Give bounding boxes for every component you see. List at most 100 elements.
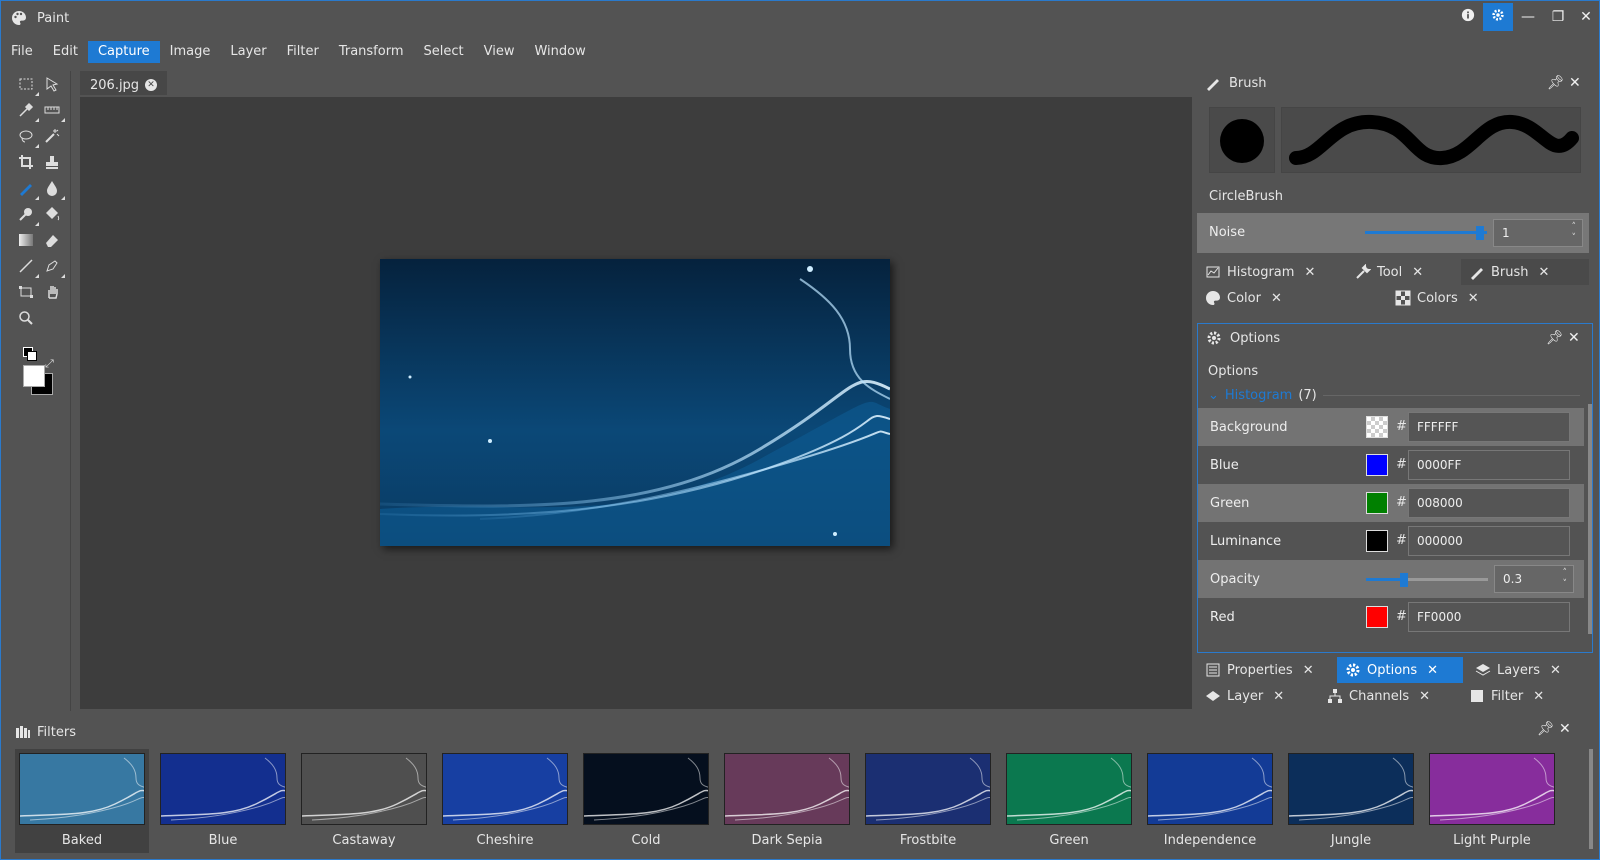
filter-thumb[interactable]: Castaway [297,749,431,853]
menu-image[interactable]: Image [160,41,221,63]
transform-tool[interactable] [15,281,37,303]
hex-input[interactable]: FF0000 [1408,602,1570,632]
close-icon[interactable]: ✕ [1569,75,1581,91]
tab-filter[interactable]: Filter ✕ [1461,683,1571,709]
restore-button[interactable]: ❐ [1543,3,1573,31]
eyedropper-tool[interactable] [15,99,39,122]
pin-icon[interactable]: 📌︎ [1547,75,1565,91]
gradient-tool[interactable] [15,229,37,251]
menu-edit[interactable]: Edit [43,41,88,63]
close-icon[interactable]: ✕ [1568,330,1580,346]
lasso-tool[interactable] [15,125,39,148]
tab-properties[interactable]: Properties ✕ [1197,657,1333,683]
document-tab[interactable]: 206.jpg ✕ [80,71,168,95]
menu-filter[interactable]: Filter [277,41,329,63]
tab-layers[interactable]: Layers ✕ [1467,657,1577,683]
noise-slider-thumb[interactable] [1476,226,1484,240]
menu-select[interactable]: Select [414,41,474,63]
hex-input[interactable]: 000000 [1408,526,1570,556]
tab-layer[interactable]: Layer ✕ [1197,683,1307,709]
spin-arrows-icon[interactable]: ˄ ˅ [1572,222,1577,244]
settings-button[interactable] [1483,3,1513,31]
info-button[interactable] [1453,3,1483,31]
menu-window[interactable]: Window [524,41,595,63]
close-icon[interactable]: ✕ [1303,663,1314,678]
filter-thumb[interactable]: Cold [579,749,713,853]
close-icon[interactable]: ✕ [1412,265,1423,280]
color-swatch[interactable] [1366,454,1388,476]
minimize-button[interactable]: — [1513,3,1543,31]
close-icon[interactable]: ✕ [1550,663,1561,678]
opacity-slider-thumb[interactable] [1400,573,1408,587]
close-icon[interactable]: ✕ [1273,689,1284,704]
tab-options[interactable]: Options ✕ [1337,657,1463,683]
close-window-button[interactable]: ✕ [1571,3,1600,31]
menu-layer[interactable]: Layer [220,41,276,63]
histogram-group-header[interactable]: ⌄ Histogram (7) [1208,388,1580,403]
stamp-tool[interactable] [41,151,63,173]
pin-icon[interactable]: 📌︎ [1546,330,1564,346]
menu-transform[interactable]: Transform [329,41,414,63]
tab-brush[interactable]: Brush ✕ [1461,259,1589,285]
pin-icon[interactable]: 📌︎ [1537,721,1555,737]
move-tool[interactable] [41,73,63,95]
filters-scrollbar[interactable] [1589,749,1593,849]
canvas-area[interactable] [80,97,1192,709]
hex-input[interactable]: 0000FF [1408,450,1570,480]
tab-color[interactable]: Color ✕ [1197,285,1347,311]
document-image[interactable] [380,259,890,546]
filter-thumb[interactable]: Independence [1143,749,1277,853]
filter-thumb[interactable]: Baked [15,749,149,853]
spin-arrows-icon[interactable]: ˄ ˅ [1563,568,1568,590]
zoom-tool[interactable] [15,307,37,329]
eraser-tool[interactable] [41,229,63,251]
ruler-tool[interactable] [41,99,65,122]
close-icon[interactable]: ✕ [1559,721,1571,737]
color-swatch[interactable] [1366,416,1388,438]
close-icon[interactable]: ✕ [1539,265,1550,280]
close-tab-icon[interactable]: ✕ [145,79,158,91]
close-icon[interactable]: ✕ [1304,265,1315,280]
tab-channels[interactable]: Channels ✕ [1319,683,1439,709]
mini-background-swatch[interactable] [27,351,37,361]
pen-tool[interactable] [41,255,65,278]
hand-tool[interactable] [41,281,63,303]
foreground-color-swatch[interactable] [23,365,45,387]
filter-thumb[interactable]: Green [1002,749,1136,853]
close-icon[interactable]: ✕ [1419,689,1430,704]
clone-tool[interactable] [15,203,39,226]
line-tool[interactable] [15,255,39,278]
rect-select-tool[interactable] [15,73,39,96]
tab-tool[interactable]: Tool ✕ [1347,259,1457,285]
hex-input[interactable]: FFFFFF [1408,412,1570,442]
color-swatch[interactable] [1366,606,1388,628]
color-swatch[interactable] [1366,492,1388,514]
close-icon[interactable]: ✕ [1533,689,1544,704]
filter-thumb[interactable]: Blue [156,749,290,853]
magic-wand-tool[interactable] [41,125,63,147]
fill-tool[interactable] [41,203,63,225]
color-swatch[interactable] [1366,530,1388,552]
close-icon[interactable]: ✕ [1427,663,1438,678]
hex-input[interactable]: 008000 [1408,488,1570,518]
brush-tool[interactable] [15,177,39,200]
noise-spinbox[interactable]: 1 ˄ ˅ [1493,219,1583,247]
opacity-spinbox[interactable]: 0.3 ˄ ˅ [1494,565,1574,593]
options-scrollbar[interactable] [1588,404,1592,634]
bottom-tab-group: Properties ✕ Options ✕ Layers ✕ Layer ✕ Chan… [1197,657,1593,713]
blur-tool[interactable] [41,177,65,200]
crop-tool[interactable] [15,151,37,173]
close-icon[interactable]: ✕ [1468,291,1479,306]
tab-colors[interactable]: Colors ✕ [1387,285,1507,311]
close-icon[interactable]: ✕ [1271,291,1282,306]
menu-capture[interactable]: Capture [87,41,160,63]
swap-colors-icon[interactable]: ⤢ [45,357,54,371]
menu-file[interactable]: File [1,41,43,63]
tab-histogram[interactable]: Histogram ✕ [1197,259,1347,285]
filter-thumb[interactable]: Cheshire [438,749,572,853]
menu-view[interactable]: View [474,41,525,63]
filter-thumb[interactable]: Light Purple [1425,749,1559,853]
filter-thumb[interactable]: Dark Sepia [720,749,854,853]
filter-thumb[interactable]: Jungle [1284,749,1418,853]
filter-thumb[interactable]: Frostbite [861,749,995,853]
